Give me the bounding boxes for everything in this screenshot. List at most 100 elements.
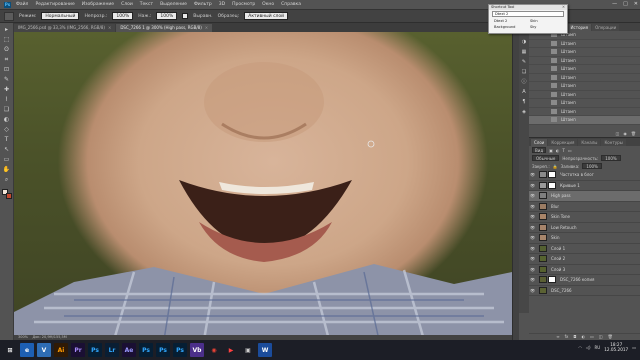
history-item[interactable]: Штамп (529, 99, 640, 108)
mode-select[interactable]: Нормальный (41, 12, 80, 20)
brush-tool-icon[interactable]: ⌇ (2, 96, 11, 104)
swatches-panel-icon[interactable]: ▦ (521, 49, 528, 55)
opacity-field[interactable]: 100% (112, 12, 134, 20)
crop-tool-icon[interactable]: ⊡ (2, 66, 11, 74)
close-tab-icon[interactable]: × (108, 25, 111, 30)
visibility-eye-icon[interactable]: 👁 (529, 277, 536, 282)
maximize-button[interactable]: □ (623, 1, 628, 7)
menu-file[interactable]: Файл (16, 2, 28, 7)
filter-type-icon[interactable]: T (562, 148, 564, 153)
tab-actions[interactable]: Операции (592, 24, 620, 31)
move-tool-icon[interactable]: ▸ (2, 26, 11, 34)
clock[interactable]: 18:27 12.05.2017 (604, 342, 628, 352)
layer-mask-thumbnail[interactable] (548, 276, 556, 284)
dodge-tool-icon[interactable]: ◐ (2, 116, 11, 124)
layer-row-selected[interactable]: 👁 High pass (529, 191, 640, 202)
type-tool-icon[interactable]: T (2, 136, 11, 144)
layer-mask-thumbnail[interactable] (548, 171, 556, 179)
pen-tool-icon[interactable]: ◇ (2, 126, 11, 134)
filter-adjust-icon[interactable]: ◐ (556, 148, 560, 153)
start-button[interactable]: ⊞ (3, 343, 17, 357)
taskbar-app-icon[interactable]: Vb (190, 343, 204, 357)
layer-row[interactable]: 👁 Skin (529, 233, 640, 244)
layer-row[interactable]: 👁 Слой 1 (529, 244, 640, 254)
layer-opacity-field[interactable]: 100% (601, 155, 621, 161)
layer-row[interactable]: 👁 DSC_7266 копия (529, 275, 640, 286)
menu-help[interactable]: Справка (281, 2, 301, 7)
hand-tool-icon[interactable]: ✋ (2, 166, 11, 174)
volume-icon[interactable]: ◁) (586, 345, 591, 350)
tool-preset-picker[interactable] (4, 11, 14, 21)
taskbar-app-icon[interactable]: Ps (173, 343, 187, 357)
quick-select-tool-icon[interactable]: ⌗ (2, 56, 11, 64)
visibility-eye-icon[interactable]: 👁 (529, 183, 536, 188)
layer-row[interactable]: 👁 Skin Tone (529, 212, 640, 223)
visibility-eye-icon[interactable]: 👁 (529, 235, 536, 240)
layer-row[interactable]: 👁 Кривые 1 (529, 181, 640, 191)
popup-row[interactable]: Dtext 2 Skin (492, 19, 564, 24)
tab-adjustments[interactable]: Коррекция (548, 139, 578, 146)
taskbar-app-icon[interactable]: Ae (122, 343, 136, 357)
history-item[interactable]: Штамп (529, 40, 640, 48)
zoom-readout[interactable]: 300% (18, 335, 28, 339)
visibility-eye-icon[interactable]: 👁 (529, 172, 536, 177)
menu-3d[interactable]: 3D (219, 2, 225, 7)
taskbar-app-icon[interactable]: W (258, 343, 272, 357)
taskbar-app-icon[interactable]: Ps (88, 343, 102, 357)
history-item[interactable]: Штамп (529, 57, 640, 65)
popup-row[interactable]: Background Sky (492, 25, 564, 30)
tab-layers[interactable]: Слои (531, 139, 548, 146)
background-color-swatch[interactable] (5, 193, 12, 199)
layer-row[interactable]: 👁 Частотка в блог (529, 170, 640, 181)
history-item[interactable]: Штамп (529, 65, 640, 74)
tab-channels[interactable]: Каналы (578, 139, 601, 146)
visibility-eye-icon[interactable]: 👁 (529, 193, 536, 198)
shape-tool-icon[interactable]: ▭ (2, 156, 11, 164)
history-item[interactable]: Штамп (529, 82, 640, 91)
history-item[interactable]: Штамп (529, 48, 640, 57)
fill-field[interactable]: 100% (582, 163, 602, 169)
tab-paths[interactable]: Контуры (601, 139, 626, 146)
history-item[interactable]: Штамп (529, 108, 640, 116)
doc-tab-2[interactable]: DSC_7266 1 @ 300% (High pass, RGB/8) × (116, 24, 213, 32)
taskbar-app-icon[interactable]: Lr (105, 343, 119, 357)
menu-view[interactable]: Просмотр (232, 2, 255, 7)
zoom-tool-icon[interactable]: ⌕ (2, 176, 11, 184)
menu-window[interactable]: Окно (262, 2, 274, 7)
taskbar-app-icon[interactable]: ▶ (224, 343, 238, 357)
layer-row[interactable]: 👁 Слой 2 (529, 254, 640, 265)
visibility-eye-icon[interactable]: 👁 (529, 246, 536, 251)
menu-layers[interactable]: Слои (121, 2, 133, 7)
close-tab-icon[interactable]: × (205, 25, 208, 30)
visibility-eye-icon[interactable]: 👁 (529, 256, 536, 261)
menu-filter[interactable]: Фильтр (194, 2, 212, 7)
lock-icon[interactable]: 🔒 (553, 164, 558, 169)
menu-type[interactable]: Текст (140, 2, 153, 7)
flow-field[interactable]: 100% (156, 12, 178, 20)
minimize-button[interactable]: — (612, 1, 617, 7)
document-canvas[interactable] (14, 32, 512, 340)
sample-select[interactable]: Активный слой (244, 12, 289, 20)
notifications-icon[interactable]: ▭ (632, 345, 636, 350)
character-panel-icon[interactable]: A (521, 89, 528, 95)
layer-row[interactable]: 👁 Blur (529, 202, 640, 212)
taskbar-app-icon[interactable]: Ps (156, 343, 170, 357)
history-item[interactable]: Штамп (529, 91, 640, 99)
layer-row[interactable]: 👁 Слой 3 (529, 265, 640, 275)
language-indicator[interactable]: RU (595, 345, 601, 350)
taskbar-app-icon[interactable]: Ai (54, 343, 68, 357)
taskbar-app-icon[interactable]: V (37, 343, 51, 357)
taskbar-app-icon[interactable]: ▣ (241, 343, 255, 357)
clone-stamp-tool-icon[interactable]: ❏ (2, 106, 11, 114)
color-swatches[interactable] (1, 189, 12, 201)
panel-dock-strip[interactable] (512, 23, 519, 340)
visibility-eye-icon[interactable]: 👁 (529, 204, 536, 209)
clone-source-panel-icon[interactable]: ❏ (521, 69, 528, 75)
filter-pixel-icon[interactable]: ▣ (549, 148, 553, 153)
path-select-tool-icon[interactable]: ↖ (2, 146, 11, 154)
eyedropper-tool-icon[interactable]: ✎ (2, 76, 11, 84)
close-window-button[interactable]: ✕ (634, 1, 638, 7)
menu-edit[interactable]: Редактирование (35, 2, 74, 7)
visibility-eye-icon[interactable]: 👁 (529, 225, 536, 230)
menu-select[interactable]: Выделение (160, 2, 187, 7)
